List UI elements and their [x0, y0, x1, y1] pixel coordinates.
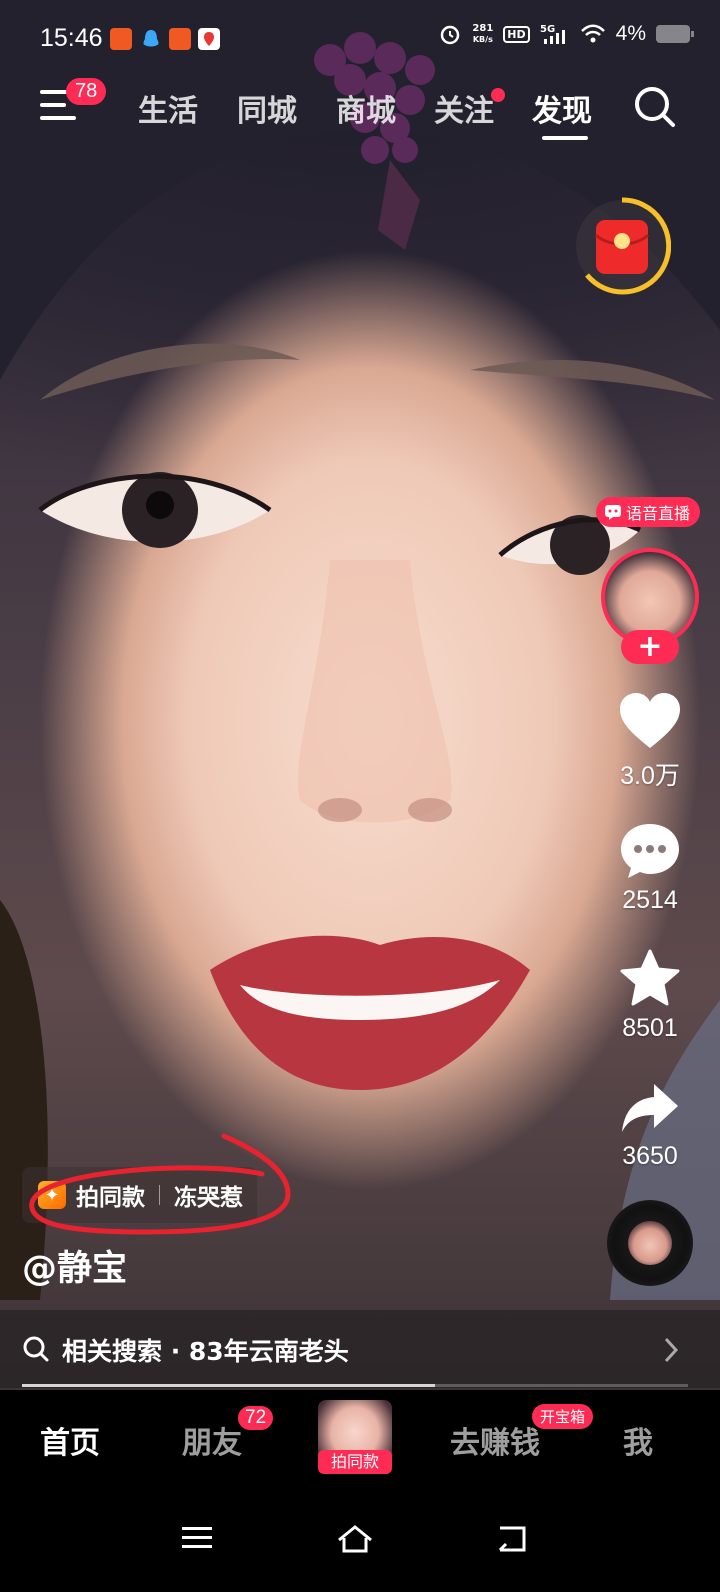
network-speed-unit: KB/s	[472, 35, 493, 44]
like-count: 3.0万	[620, 762, 680, 790]
search-icon	[23, 1336, 49, 1362]
video-progress-fill	[22, 1384, 435, 1387]
music-disc[interactable]	[607, 1200, 693, 1286]
voice-live-label: 语音直播	[626, 504, 691, 523]
status-bar: 15:46 281 KB/s HD 5G 4%	[0, 18, 720, 62]
wifi-icon	[580, 24, 605, 43]
share-arrow-icon	[622, 1084, 678, 1132]
like-action[interactable]: 3.0万	[610, 690, 690, 792]
friends-badge: 72	[238, 1406, 274, 1430]
tab-same-city[interactable]: 同城	[237, 86, 297, 130]
cellular-signal-icon: 5G	[540, 24, 565, 44]
active-tab-indicator	[542, 136, 588, 140]
battery-icon	[656, 25, 694, 43]
svg-text:5G: 5G	[540, 24, 555, 35]
tab-earn[interactable]: 去赚钱	[450, 1418, 540, 1462]
status-time: 15:46	[40, 24, 103, 52]
comment-count: 2514	[622, 886, 678, 914]
star-icon	[620, 949, 680, 1006]
search-icon[interactable]	[632, 84, 678, 130]
menu-icon-line	[40, 103, 66, 107]
alarm-icon	[441, 25, 460, 45]
music-cover	[628, 1221, 672, 1265]
share-count: 3650	[622, 1142, 678, 1170]
status-indicators: 281 KB/s HD 5G 4%	[438, 22, 694, 46]
home-icon[interactable]	[336, 1524, 374, 1554]
treasure-box-badge: 开宝箱	[532, 1404, 594, 1429]
app-notification-icon-2	[169, 28, 191, 50]
top-navigation: 78 生活 同城 商城 关注 发现	[0, 78, 720, 140]
comment-action[interactable]: 2514	[610, 820, 690, 915]
favorite-action[interactable]: 8501	[610, 948, 690, 1043]
bottom-tab-bar: 首页 朋友 72 拍同款 去赚钱 开宝箱 我	[0, 1390, 720, 1484]
tab-home[interactable]: 首页	[40, 1418, 100, 1462]
menu-icon-line	[40, 116, 76, 120]
network-speed: 281 KB/s	[472, 23, 493, 45]
related-search-text: 相关搜索 · 83年云南老头	[62, 1337, 349, 1366]
heart-icon	[620, 693, 680, 748]
tab-me[interactable]: 我	[623, 1418, 653, 1462]
map-notification-icon	[198, 28, 220, 50]
author-name[interactable]: @静宝	[22, 1240, 127, 1291]
live-chat-icon	[605, 505, 621, 520]
tab-life[interactable]: 生活	[138, 86, 198, 130]
share-action[interactable]: 3650	[610, 1078, 690, 1171]
video-progress-bar[interactable]	[22, 1384, 688, 1387]
follow-button[interactable]: +	[621, 630, 679, 664]
chevron-right-icon	[664, 1337, 679, 1363]
menu-badge: 78	[66, 78, 107, 105]
app-notification-icon	[110, 28, 132, 50]
recent-apps-icon[interactable]	[180, 1524, 214, 1552]
back-icon[interactable]	[496, 1524, 530, 1554]
voice-live-tag[interactable]: 语音直播	[596, 497, 701, 527]
system-navigation-bar	[0, 1484, 720, 1592]
following-unread-dot	[491, 88, 505, 102]
related-search-bar[interactable]: 相关搜索 · 83年云南老头	[0, 1310, 720, 1388]
red-packet-reward-icon[interactable]	[573, 197, 671, 295]
battery-percent: 4%	[615, 22, 646, 45]
favorite-count: 8501	[622, 1014, 678, 1042]
red-circle-annotation	[29, 1133, 291, 1235]
tab-discover[interactable]: 发现	[532, 86, 592, 130]
qq-notification-icon	[140, 28, 162, 50]
network-speed-value: 281	[472, 23, 494, 34]
hd-badge: HD	[503, 25, 530, 43]
tab-following[interactable]: 关注	[434, 86, 494, 130]
tab-friends[interactable]: 朋友	[182, 1418, 242, 1462]
create-label[interactable]: 拍同款	[318, 1450, 392, 1474]
tab-mall[interactable]: 商城	[336, 86, 396, 130]
comment-icon	[621, 824, 679, 878]
